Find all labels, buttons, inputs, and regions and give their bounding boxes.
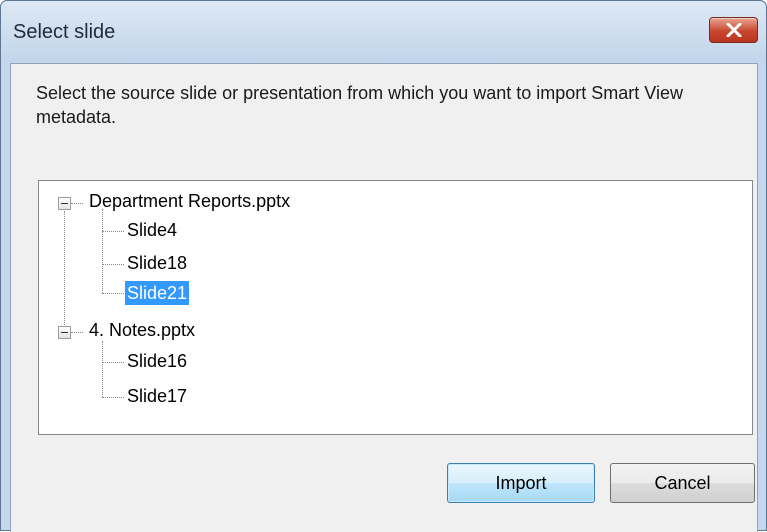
cancel-button[interactable]: Cancel: [610, 463, 755, 503]
title-bar[interactable]: Select slide: [1, 1, 766, 63]
tree-connector: [71, 332, 83, 333]
tree-node-slide[interactable]: Slide4: [127, 218, 177, 242]
tree-node-presentation[interactable]: Department Reports.pptx: [89, 189, 290, 213]
tree-connector: [102, 231, 124, 232]
tree-connector: [102, 209, 103, 293]
tree-node-slide[interactable]: Slide16: [127, 349, 187, 373]
tree-connector: [102, 293, 124, 294]
dialog-body: Select the source slide or presentation …: [10, 63, 758, 532]
tree-node-slide[interactable]: Slide17: [127, 384, 187, 408]
collapse-icon[interactable]: [58, 326, 71, 339]
import-button[interactable]: Import: [447, 463, 595, 503]
select-slide-dialog: Select slide Select the source slide or …: [0, 0, 767, 532]
tree-node-presentation[interactable]: 4. Notes.pptx: [89, 318, 195, 342]
close-icon: [726, 23, 742, 37]
tree-node-slide-selected[interactable]: Slide21: [125, 281, 190, 305]
close-button[interactable]: [709, 17, 758, 43]
instruction-text: Select the source slide or presentation …: [36, 83, 683, 127]
tree-node-slide[interactable]: Slide18: [127, 251, 187, 275]
tree-connector: [102, 397, 124, 398]
tree-connector: [102, 362, 124, 363]
tree-connector: [102, 341, 103, 397]
tree-connector: [64, 211, 65, 329]
slide-tree[interactable]: Department Reports.pptx Slide4 Slide18 S…: [38, 180, 753, 435]
tree-connector: [71, 203, 83, 204]
window-title: Select slide: [13, 21, 116, 43]
collapse-icon[interactable]: [58, 197, 71, 210]
tree-connector: [102, 264, 124, 265]
